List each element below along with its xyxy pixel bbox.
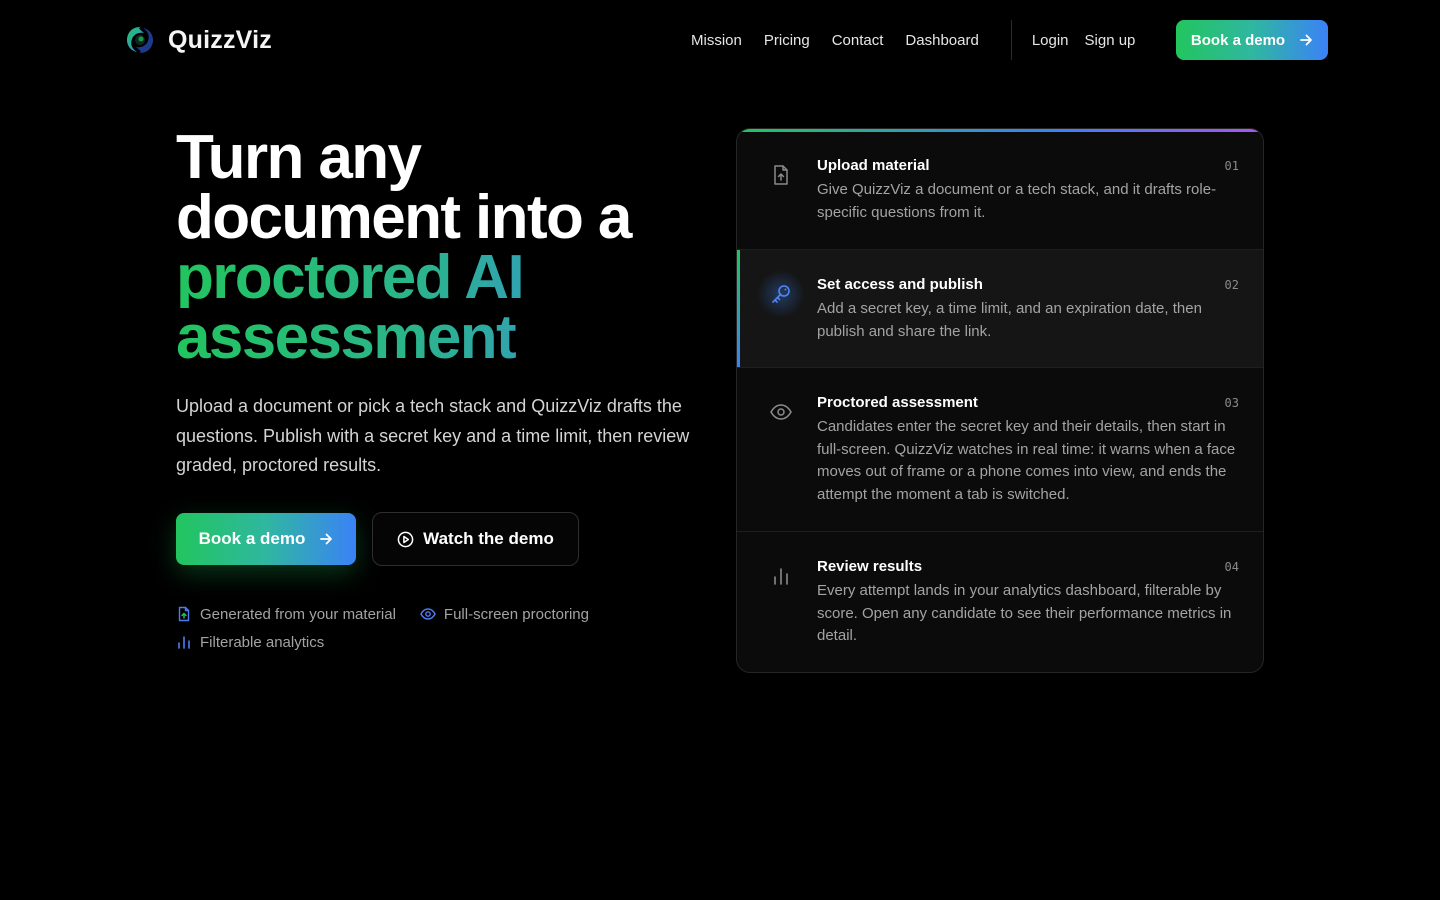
- step-review-results[interactable]: Review results 04 Every attempt lands in…: [737, 532, 1263, 672]
- step-number: 03: [1224, 396, 1239, 410]
- hero-title-line-3: proctored AI: [176, 247, 716, 309]
- step-icon-wrap: [767, 161, 795, 189]
- step-title: Set access and publish: [817, 276, 983, 293]
- step-title: Review results: [817, 558, 923, 575]
- feature-label: Filterable analytics: [200, 633, 325, 651]
- brand-home-link[interactable]: QuizzViz: [124, 22, 272, 58]
- step-icon-wrap: [757, 270, 805, 318]
- step-description: Candidates enter the secret key and thei…: [817, 418, 1236, 504]
- hero-title-line-2: document into a: [176, 183, 632, 252]
- feature-label: Generated from your material: [200, 605, 396, 623]
- step-title: Upload material: [817, 157, 930, 174]
- nav-link-dashboard[interactable]: Dashboard: [905, 32, 978, 49]
- arrow-right-icon: [1300, 34, 1312, 46]
- step-number: 04: [1224, 560, 1239, 574]
- step-title: Proctored assessment: [817, 394, 978, 411]
- arrow-right-icon: [320, 533, 333, 545]
- step-set-access-and-publish[interactable]: Set access and publish 02 Add a secret k…: [737, 250, 1263, 368]
- eye-icon: [420, 608, 436, 620]
- nav-book-demo-label: Book a demo: [1190, 31, 1286, 49]
- steps-card: Upload material 01 Give QuizzViz a docum…: [736, 128, 1264, 673]
- key-icon: [772, 285, 790, 303]
- nav-link-pricing[interactable]: Pricing: [764, 32, 810, 49]
- hero-title-line-4: assessment: [176, 307, 716, 369]
- step-icon-wrap: [767, 398, 795, 426]
- hero-book-demo-label: Book a demo: [198, 529, 306, 548]
- login-link[interactable]: Login: [1032, 32, 1069, 49]
- hero-subtitle: Upload a document or pick a tech stack a…: [176, 396, 690, 475]
- watch-demo-button[interactable]: Watch the demo: [372, 512, 579, 566]
- step-description: Every attempt lands in your analytics da…: [817, 582, 1232, 645]
- hero-title: Turn any document into a proctored AI as…: [176, 123, 716, 369]
- play-circle-icon: [397, 531, 414, 547]
- brand-name: QuizzViz: [168, 25, 272, 54]
- step-number: 02: [1224, 278, 1239, 292]
- step-proctored-assessment[interactable]: Proctored assessment 03 Candidates enter…: [737, 368, 1263, 532]
- feature-list: Generated from your material Full-screen…: [176, 604, 636, 652]
- feature-item: Full-screen proctoring: [420, 604, 589, 624]
- site-header: QuizzViz Mission Pricing Contact Dashboa…: [0, 0, 1440, 80]
- feature-item: Filterable analytics: [176, 632, 324, 652]
- nav-book-demo-button[interactable]: Book a demo: [1176, 20, 1328, 60]
- nav-divider: [1010, 20, 1012, 60]
- hero-title-line-1: Turn any: [176, 123, 422, 192]
- eye-icon: [770, 404, 792, 420]
- signup-link[interactable]: Sign up: [1085, 32, 1136, 49]
- step-description: Add a secret key, a time limit, and an e…: [817, 300, 1202, 340]
- bar-chart-icon: [178, 636, 190, 649]
- feature-item: Generated from your material: [176, 604, 396, 624]
- feature-label: Full-screen proctoring: [443, 605, 589, 623]
- file-upload-icon: [178, 606, 190, 622]
- active-step-indicator: [737, 250, 740, 367]
- step-description: Give QuizzViz a document or a tech stack…: [817, 181, 1217, 221]
- step-icon-wrap: [767, 562, 795, 590]
- hero-book-demo-button[interactable]: Book a demo: [176, 513, 356, 565]
- bar-chart-icon: [774, 568, 788, 585]
- step-upload-material[interactable]: Upload material 01 Give QuizzViz a docum…: [737, 129, 1263, 250]
- swirl-logo-icon: [127, 27, 153, 53]
- step-number: 01: [1224, 159, 1239, 173]
- file-upload-icon: [774, 165, 788, 185]
- watch-demo-label: Watch the demo: [423, 529, 554, 548]
- nav-link-contact[interactable]: Contact: [832, 32, 884, 49]
- main-nav: Mission Pricing Contact Dashboard Login …: [680, 20, 1143, 60]
- nav-link-mission[interactable]: Mission: [691, 32, 742, 49]
